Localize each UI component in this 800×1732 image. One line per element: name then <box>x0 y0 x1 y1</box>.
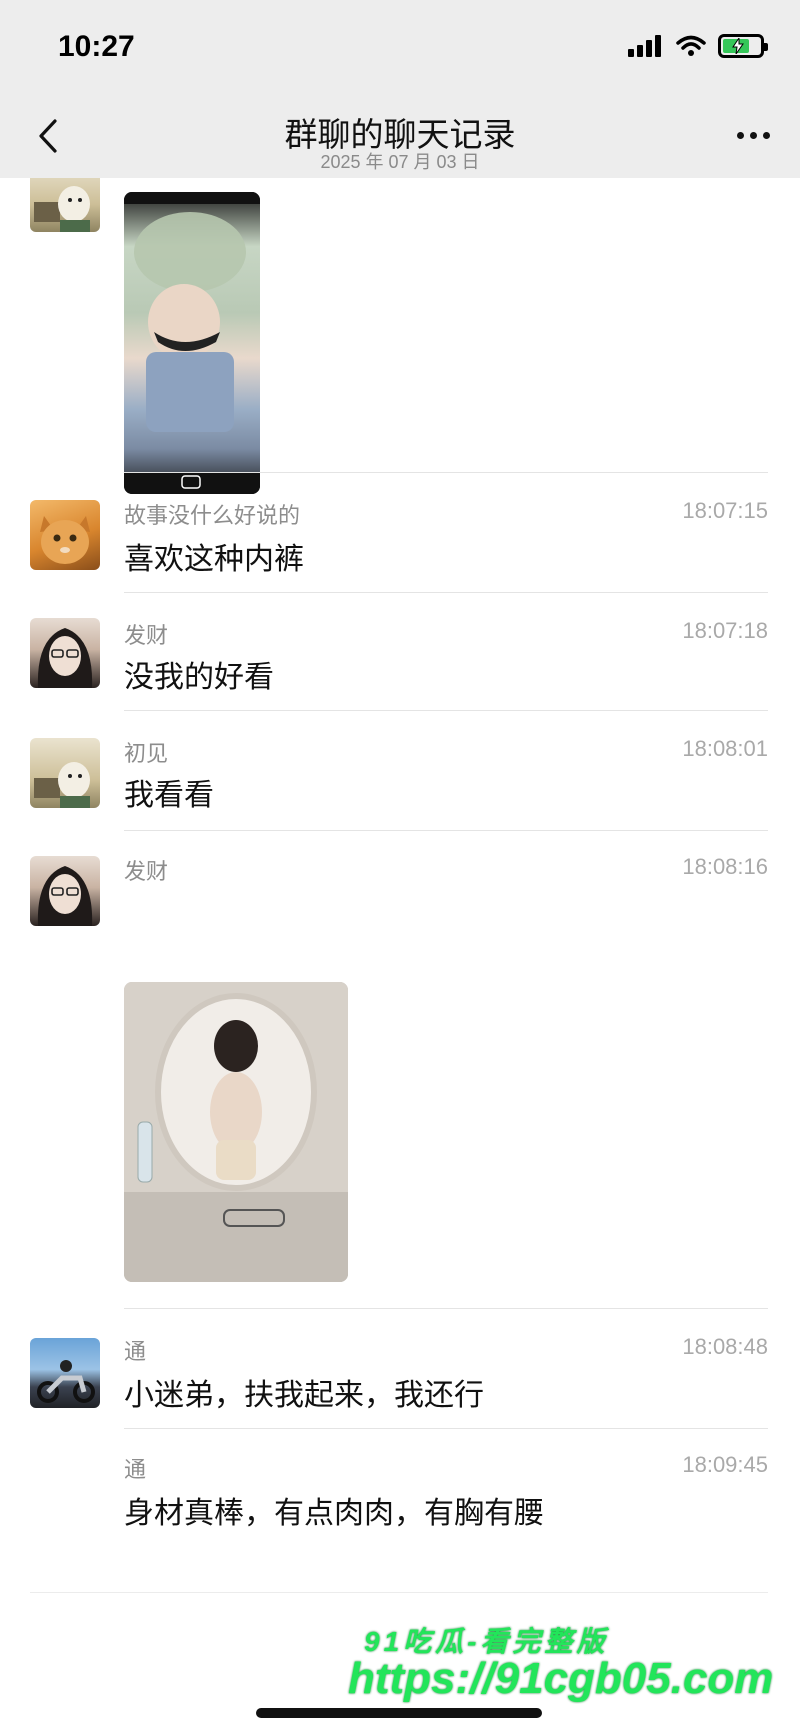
message-time: 18:08:01 <box>682 736 768 761</box>
home-indicator[interactable] <box>256 1708 542 1718</box>
status-time: 10:27 <box>58 30 135 63</box>
sender-name: 通 <box>124 1457 147 1482</box>
message-text[interactable]: 小迷弟，扶我起来，我还行 <box>124 1370 484 1414</box>
divider <box>124 710 768 711</box>
sender-name: 故事没什么好说的 <box>124 503 301 528</box>
message-text[interactable]: 我看看 <box>124 770 214 814</box>
divider <box>124 592 768 593</box>
cartoon-figure-icon <box>34 186 90 232</box>
status-bar: 10:27 <box>0 0 800 100</box>
cartoon-figure-icon <box>34 762 90 808</box>
cartoon-avatar[interactable] <box>30 178 100 232</box>
message-time: 18:07:15 <box>682 498 768 523</box>
shared-image-thumbnail[interactable] <box>124 982 348 1282</box>
message-time: 18:09:45 <box>682 1452 768 1477</box>
status-icons <box>628 34 768 58</box>
girl-avatar[interactable] <box>30 618 100 688</box>
page-subtitle-date: 2025 年 07 月 03 日 <box>320 152 480 172</box>
cat-face-icon <box>40 516 90 564</box>
watermark-url: https://91cgb05.com <box>348 1654 774 1703</box>
divider <box>124 1308 768 1309</box>
message-text[interactable]: 喜欢这种内裤 <box>124 534 304 578</box>
person-portrait-icon <box>37 628 93 688</box>
cartoon-avatar[interactable] <box>30 738 100 808</box>
shared-image-thumbnail[interactable] <box>124 192 260 494</box>
chat-history-list[interactable]: 故事没什么好说的 18:07:15 喜欢这种内裤 发财 18:07:18 没我的… <box>0 178 800 1732</box>
girl-avatar[interactable] <box>30 856 100 926</box>
list-end-divider <box>30 1592 768 1593</box>
more-options-button[interactable] <box>737 124 770 147</box>
message-time: 18:07:18 <box>682 618 768 643</box>
dot-icon <box>750 132 757 139</box>
message-time: 18:08:16 <box>682 854 768 879</box>
divider <box>124 1428 768 1429</box>
phone-screenshot-image <box>124 192 260 494</box>
motorcycle-avatar[interactable] <box>30 1338 100 1408</box>
message-time: 18:08:48 <box>682 1334 768 1359</box>
sender-name: 发财 <box>124 623 169 648</box>
charging-bolt-icon <box>732 38 744 54</box>
signal-icon <box>628 35 661 57</box>
person-portrait-icon <box>37 866 93 926</box>
dot-icon <box>763 132 770 139</box>
dot-icon <box>737 132 744 139</box>
divider <box>124 472 768 473</box>
message-text[interactable]: 身材真棒，有点肉肉，有胸有腰 <box>124 1488 544 1532</box>
sender-name: 初见 <box>124 741 169 766</box>
wifi-icon <box>676 35 706 56</box>
divider <box>124 830 768 831</box>
battery-icon <box>718 34 768 58</box>
sender-name: 通 <box>124 1339 147 1364</box>
motorcycle-icon <box>37 1360 95 1403</box>
mirror-photo-image <box>124 982 348 1282</box>
nav-bar: 群聊的聊天记录 2025 年 07 月 03 日 <box>0 100 800 178</box>
cat-avatar[interactable] <box>30 500 100 570</box>
sender-name: 发财 <box>124 859 169 884</box>
message-text[interactable]: 没我的好看 <box>124 652 274 696</box>
